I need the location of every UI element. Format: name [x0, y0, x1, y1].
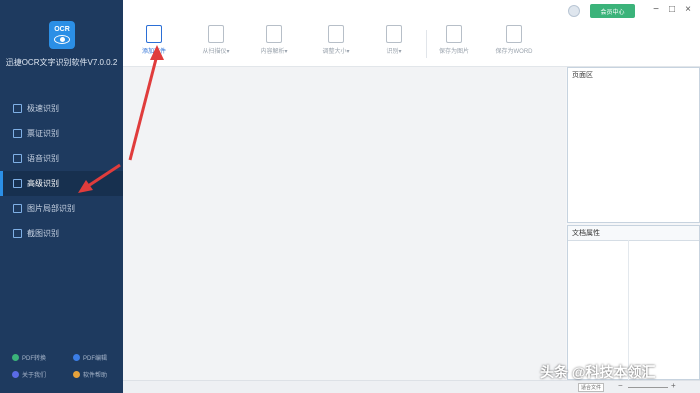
eye-icon — [54, 35, 70, 44]
pdf-edit-icon — [73, 354, 80, 361]
save-image-icon — [446, 25, 462, 43]
sidebar-item-label: 极速识别 — [27, 104, 59, 113]
zoom-in-button[interactable]: + — [671, 381, 676, 390]
avatar[interactable] — [568, 5, 580, 17]
help-icon — [73, 371, 80, 378]
sidebar-item-screenshot-recognize[interactable]: 截图识别 — [0, 221, 123, 246]
sidebar-item-label: 票证识别 — [27, 129, 59, 138]
advanced-recognize-icon — [13, 179, 22, 188]
sidebar-item-label: 语音识别 — [27, 154, 59, 163]
sidebar-item-label: 图片局部识别 — [27, 204, 75, 213]
page-area-title: 页面区 — [572, 72, 593, 79]
scanner-button[interactable]: 从扫描仪▾ — [185, 25, 247, 55]
zoom-out-button[interactable]: − — [618, 381, 623, 390]
sidebar-item-image-partial-recognize[interactable]: 图片局部识别 — [0, 196, 123, 221]
sidebar-item-label: 截图识别 — [27, 229, 59, 238]
about-icon — [12, 371, 19, 378]
title-bar: 会员中心 − □ × — [123, 0, 700, 22]
scanner-icon — [208, 25, 224, 43]
sidebar-item-ticket-recognize[interactable]: 票证识别 — [0, 121, 123, 146]
sidebar-item-advanced-recognize[interactable]: 高级识别 — [0, 171, 123, 196]
fit-file-button[interactable]: 适合文件 — [578, 383, 605, 392]
microphone-icon — [13, 154, 22, 163]
quick-recognize-icon — [13, 104, 22, 113]
close-button[interactable]: × — [682, 4, 694, 15]
maximize-button[interactable]: □ — [666, 4, 678, 15]
about-link[interactable]: 关于我们 — [0, 370, 61, 379]
tool-label: 调整大小▾ — [322, 49, 350, 55]
save-word-icon — [506, 25, 522, 43]
doc-props-title: 文档属性 — [568, 226, 699, 241]
document-canvas[interactable] — [123, 67, 566, 380]
toolbar: 添加文件 从扫描仪▾ 内容解析▾ 调整大小▾ 识别▾ 保存为图片 保存为WORD — [123, 22, 700, 67]
tool-label: 添加文件 — [141, 49, 166, 55]
member-center-label: 会员中心 — [600, 9, 625, 16]
resize-button[interactable]: 调整大小▾ — [305, 25, 367, 55]
page-area-panel: 页面区 — [567, 67, 700, 223]
app-title: 迅捷OCR文字识别软件V7.0.0.2 — [5, 58, 118, 67]
sidebar-item-label: 高级识别 — [27, 179, 59, 188]
help-link[interactable]: 软件帮助 — [61, 370, 122, 379]
content-parse-button[interactable]: 内容解析▾ — [243, 25, 305, 55]
sidebar-item-quick-recognize[interactable]: 极速识别 — [0, 96, 123, 121]
sidebar-bottom-links: PDF转换 PDF编辑 关于我们 软件帮助 — [0, 349, 123, 383]
resize-icon — [328, 25, 344, 43]
save-word-button[interactable]: 保存为WORD — [483, 25, 545, 55]
link-label: 软件帮助 — [83, 373, 108, 379]
content-parse-icon — [266, 25, 282, 43]
ticket-icon — [13, 129, 22, 138]
image-crop-icon — [13, 204, 22, 213]
props-divider — [628, 240, 629, 380]
member-center-button[interactable]: 会员中心 — [590, 4, 635, 18]
pdf-convert-icon — [12, 354, 19, 361]
add-file-icon — [146, 25, 162, 43]
pdf-convert-link[interactable]: PDF转换 — [0, 353, 61, 362]
app-logo: OCR — [49, 21, 75, 49]
link-label: PDF编辑 — [83, 356, 108, 362]
link-label: 关于我们 — [22, 373, 47, 379]
tool-label: 内容解析▾ — [260, 49, 288, 55]
screenshot-icon — [13, 229, 22, 238]
sidebar-item-voice-recognize[interactable]: 语音识别 — [0, 146, 123, 171]
minimize-button[interactable]: − — [650, 4, 662, 15]
zoom-slider[interactable] — [628, 387, 668, 388]
pdf-edit-link[interactable]: PDF编辑 — [61, 353, 122, 362]
tool-label: 保存为图片 — [438, 49, 469, 55]
recognize-button[interactable]: 识别▾ — [363, 25, 425, 55]
watermark: 头条 @科技本领汇 — [540, 364, 656, 380]
tool-label: 从扫描仪▾ — [202, 49, 230, 55]
sidebar-nav: 极速识别 票证识别 语音识别 高级识别 图片局部识别 截图识别 — [0, 96, 123, 246]
tool-label: 识别▾ — [386, 49, 402, 55]
sidebar: OCR 迅捷OCR文字识别软件V7.0.0.2 极速识别 票证识别 语音识别 高… — [0, 0, 123, 393]
link-label: PDF转换 — [22, 356, 47, 362]
doc-props-panel: 文档属性 — [567, 225, 700, 380]
recognize-icon — [386, 25, 402, 43]
tool-label: 保存为WORD — [495, 49, 533, 55]
add-file-button[interactable]: 添加文件 — [123, 25, 185, 55]
save-image-button[interactable]: 保存为图片 — [423, 25, 485, 55]
logo-text: OCR — [54, 26, 70, 33]
